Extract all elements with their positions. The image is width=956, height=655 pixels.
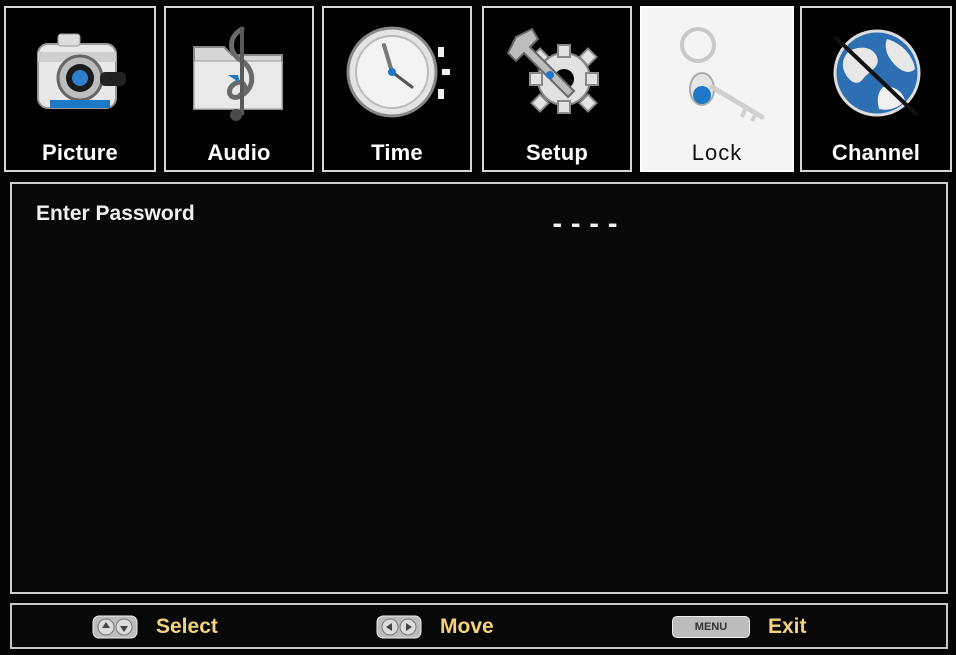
- tab-label: Audio: [207, 140, 271, 165]
- menu-key-icon: MENU: [672, 616, 750, 638]
- tab-audio[interactable]: Audio: [164, 6, 314, 172]
- music-folder-icon: [193, 26, 283, 121]
- help-move: Move: [376, 615, 494, 639]
- help-exit: MENU Exit: [672, 615, 807, 639]
- select-label: Select: [156, 615, 218, 638]
- clock-icon: [346, 26, 450, 118]
- tab-picture[interactable]: Picture: [4, 6, 156, 172]
- tv-osd-screen: Picture Audio Time Setup Lock Channel En…: [0, 0, 956, 655]
- enter-password-label: Enter Password: [36, 202, 195, 225]
- lock-content-panel: Enter Password ----: [10, 182, 948, 594]
- tab-label: Time: [371, 140, 423, 165]
- menu-tab-bar: Picture Audio Time Setup Lock Channel: [4, 4, 952, 174]
- help-bar: Select Move MENU Exit: [10, 603, 948, 649]
- password-input[interactable]: ----: [550, 210, 624, 238]
- tab-lock[interactable]: Lock: [640, 6, 794, 172]
- tab-label: Lock: [691, 140, 743, 165]
- camera-icon: [37, 33, 126, 109]
- move-label: Move: [440, 615, 494, 638]
- help-select: Select: [92, 615, 218, 639]
- left-right-keys-icon: [376, 615, 422, 639]
- globe-icon: [833, 29, 921, 117]
- wrench-gear-icon: [506, 27, 599, 114]
- exit-label: Exit: [768, 615, 807, 638]
- up-down-keys-icon: [92, 615, 138, 639]
- tab-channel[interactable]: Channel: [800, 6, 952, 172]
- tab-label: Setup: [525, 140, 589, 165]
- tab-time[interactable]: Time: [322, 6, 472, 172]
- tab-label: Picture: [42, 140, 118, 165]
- key-icon: [680, 27, 765, 122]
- tab-label: Channel: [831, 140, 921, 165]
- tab-setup[interactable]: Setup: [482, 6, 632, 172]
